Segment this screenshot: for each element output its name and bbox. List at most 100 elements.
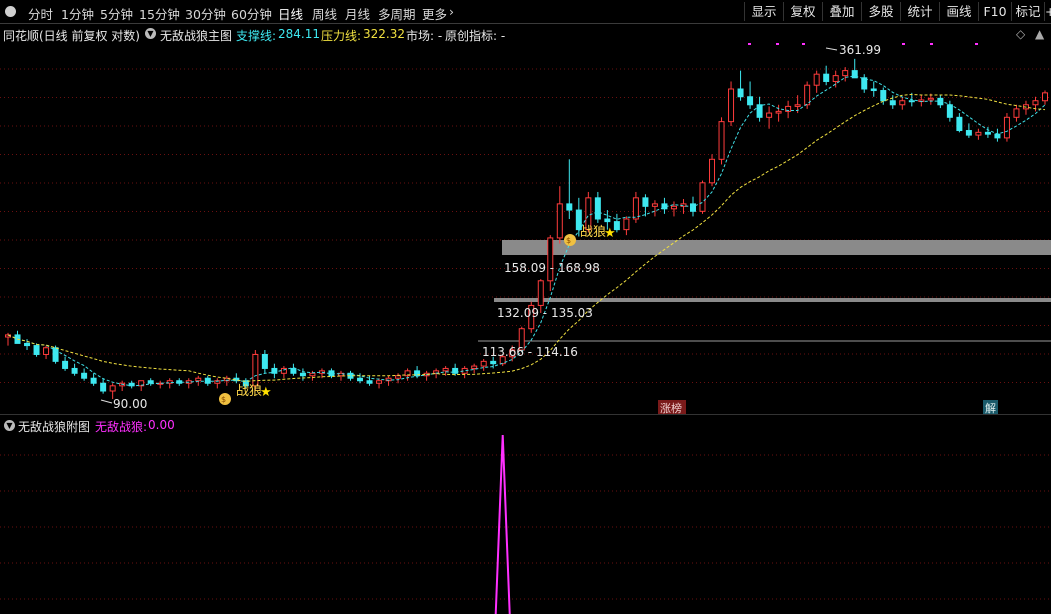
candle bbox=[699, 180, 706, 214]
sub-indicator-name[interactable]: 无敌战狼附图 bbox=[18, 418, 90, 435]
candle bbox=[889, 95, 896, 109]
candle-body bbox=[927, 97, 934, 101]
sub-indicator-chart[interactable] bbox=[0, 435, 1051, 614]
candle-body bbox=[813, 73, 820, 86]
draw-line-button[interactable]: 画线 bbox=[939, 2, 978, 21]
tab-daily[interactable]: 日线 bbox=[278, 4, 303, 23]
candle bbox=[861, 74, 868, 93]
pressure-value: 322.32 bbox=[363, 27, 405, 41]
candle bbox=[632, 191, 639, 223]
candle bbox=[851, 58, 858, 79]
chart-source: 同花顺(日线 前复权 对数) bbox=[3, 29, 140, 43]
overlay-button[interactable]: 叠加 bbox=[822, 2, 861, 21]
candle bbox=[870, 81, 877, 97]
signal-label-2: 战狼 bbox=[580, 225, 606, 240]
diamond-icon[interactable]: ◇ bbox=[1016, 27, 1025, 41]
candle-body bbox=[261, 353, 268, 369]
candle-body bbox=[804, 84, 811, 106]
candle bbox=[1003, 113, 1010, 142]
jie-tag[interactable]: 解 bbox=[985, 401, 996, 415]
candle-body bbox=[43, 347, 50, 355]
candle bbox=[62, 356, 69, 371]
candle-body bbox=[984, 131, 991, 135]
adjust-button[interactable]: 复权 bbox=[783, 2, 822, 21]
candle-body bbox=[737, 88, 744, 98]
candle-body bbox=[709, 158, 716, 184]
signal-label-1: 战狼 bbox=[236, 384, 262, 399]
tab-60min[interactable]: 60分钟 bbox=[231, 4, 272, 23]
top-marker bbox=[776, 43, 779, 45]
candle bbox=[461, 366, 468, 379]
candle bbox=[5, 332, 11, 346]
candle bbox=[14, 330, 21, 344]
menu-icon[interactable] bbox=[5, 6, 16, 17]
candle bbox=[185, 378, 192, 389]
candle-body bbox=[537, 280, 544, 306]
candle bbox=[214, 378, 221, 389]
coin-icon: $ bbox=[566, 236, 571, 245]
chevron-down-icon[interactable]: ▼ bbox=[4, 420, 15, 431]
candle-body bbox=[965, 130, 972, 136]
candle bbox=[138, 380, 145, 392]
mark-button[interactable]: 标记 bbox=[1011, 2, 1044, 21]
candle bbox=[395, 373, 402, 384]
statistics-button[interactable]: 统计 bbox=[900, 2, 939, 21]
multi-stock-button[interactable]: 多股 bbox=[861, 2, 900, 21]
candle bbox=[566, 159, 573, 219]
tab-1min[interactable]: 1分钟 bbox=[61, 4, 94, 23]
candle-body bbox=[642, 197, 649, 207]
candle-body bbox=[823, 73, 830, 82]
candle-body bbox=[832, 75, 839, 82]
candle-body bbox=[81, 372, 88, 379]
chart-grid bbox=[0, 68, 1051, 383]
sub-grid bbox=[0, 454, 1051, 600]
add-favorite-button[interactable]: +自选 bbox=[1044, 2, 1051, 21]
zone-label-2: 132.09 - 135.03 bbox=[497, 306, 593, 320]
candle-body bbox=[946, 104, 953, 118]
candle-body bbox=[975, 131, 982, 136]
tab-5min[interactable]: 5分钟 bbox=[100, 4, 133, 23]
collapse-icon[interactable]: ▲ bbox=[1035, 27, 1044, 41]
candle-body bbox=[689, 203, 696, 212]
candle bbox=[261, 349, 268, 374]
candle bbox=[157, 380, 164, 389]
original-indicator-label: 原创指标: - bbox=[445, 29, 506, 43]
candle bbox=[81, 368, 88, 381]
coin-icon: $ bbox=[221, 395, 226, 404]
tab-15min[interactable]: 15分钟 bbox=[139, 4, 180, 23]
chevron-down-icon[interactable]: ▼ bbox=[145, 28, 156, 39]
tab-fenshi[interactable]: 分时 bbox=[28, 4, 53, 23]
candle bbox=[299, 368, 306, 381]
candle-body bbox=[1013, 108, 1020, 118]
tab-monthly[interactable]: 月线 bbox=[345, 4, 370, 23]
display-button[interactable]: 显示 bbox=[744, 2, 783, 21]
candle-body bbox=[71, 367, 78, 374]
candle bbox=[147, 378, 154, 386]
tab-weekly[interactable]: 周线 bbox=[312, 4, 337, 23]
zhangbang-tag[interactable]: 涨榜 bbox=[660, 401, 682, 415]
main-candlestick-chart[interactable]: 158.09 - 168.98 132.09 - 135.03 113.66 -… bbox=[0, 43, 1051, 415]
candle bbox=[90, 373, 97, 386]
candle-body bbox=[357, 377, 364, 382]
f10-button[interactable]: F10 bbox=[978, 2, 1011, 21]
support-value: 284.11 bbox=[278, 27, 320, 41]
candle-body bbox=[747, 96, 754, 106]
candle bbox=[33, 343, 40, 357]
candle-body bbox=[195, 377, 202, 382]
candle bbox=[1042, 90, 1048, 105]
tab-30min[interactable]: 30分钟 bbox=[185, 4, 226, 23]
low-price-label: 90.00 bbox=[113, 397, 147, 411]
candle bbox=[785, 100, 792, 119]
candle bbox=[975, 128, 982, 140]
tab-more[interactable]: 更多 bbox=[422, 4, 447, 23]
candle-body bbox=[1042, 92, 1048, 102]
chevron-right-icon[interactable]: › bbox=[449, 4, 454, 19]
candle bbox=[718, 117, 725, 165]
candle-body bbox=[994, 133, 1001, 139]
candle-body bbox=[908, 100, 915, 103]
candle bbox=[71, 363, 78, 376]
tab-multi-period[interactable]: 多周期 bbox=[378, 4, 416, 23]
indicator-name[interactable]: 无敌战狼主图 bbox=[160, 27, 232, 44]
candle bbox=[166, 378, 173, 389]
candle bbox=[842, 67, 849, 82]
